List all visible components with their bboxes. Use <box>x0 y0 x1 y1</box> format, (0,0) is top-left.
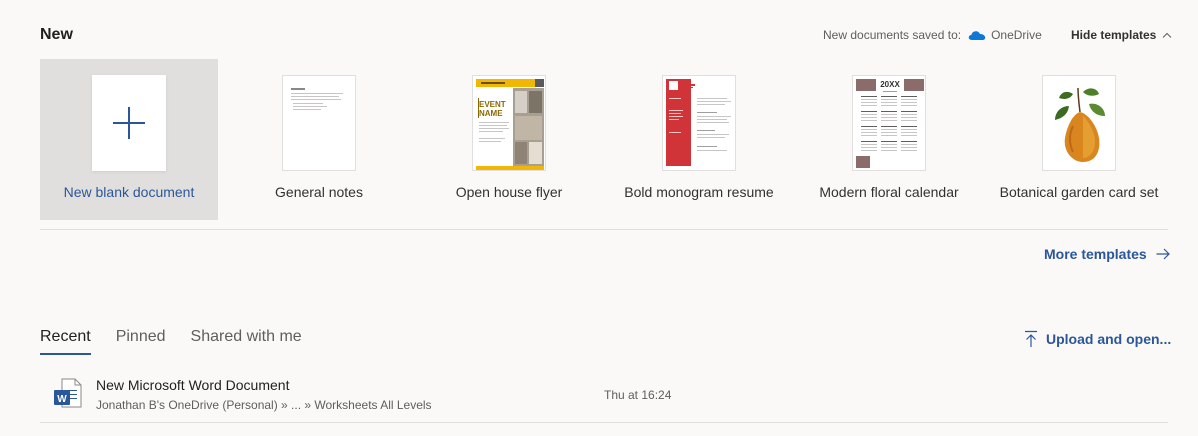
file-tabs: Recent Pinned Shared with me <box>40 328 327 355</box>
template-label: General notes <box>275 184 363 200</box>
save-location-name: OneDrive <box>991 28 1042 42</box>
file-modified-time: Thu at 16:24 <box>604 388 672 402</box>
save-location-info: New documents saved to: OneDrive <box>823 28 1042 42</box>
more-templates-label: More templates <box>1044 246 1147 262</box>
template-thumbnail: 20XX <box>852 75 926 171</box>
template-modern-floral-calendar[interactable]: 20XX Modern floral calendar <box>800 59 978 220</box>
template-bold-monogram-resume[interactable]: Bold monogram resume <box>610 59 788 220</box>
template-general-notes[interactable]: General notes <box>230 59 408 220</box>
template-thumbnail <box>1042 75 1116 171</box>
arrow-right-icon <box>1156 248 1170 260</box>
tab-shared-with-me[interactable]: Shared with me <box>191 328 302 355</box>
tab-recent[interactable]: Recent <box>40 328 91 355</box>
pear-illustration-image <box>1043 76 1115 170</box>
notes-preview-image <box>291 88 343 110</box>
recent-list-divider <box>40 422 1168 423</box>
svg-text:W: W <box>57 394 67 405</box>
template-botanical-garden-card-set[interactable]: Botanical garden card set <box>990 59 1168 220</box>
template-label: Botanical garden card set <box>999 184 1159 200</box>
more-templates-link[interactable]: More templates <box>1044 246 1170 262</box>
chevron-up-icon <box>1163 32 1172 38</box>
save-location-label: New documents saved to: <box>823 28 962 42</box>
template-label: New blank document <box>63 184 195 200</box>
tab-pinned[interactable]: Pinned <box>116 328 166 355</box>
templates-gallery: New blank document General notes EVENT N… <box>40 59 1170 220</box>
flyer-title-line-2: NAME <box>479 109 503 118</box>
template-thumbnail <box>282 75 356 171</box>
plus-icon <box>113 107 145 139</box>
calendar-preview-image: 20XX <box>853 76 925 170</box>
resume-preview-image <box>663 76 735 170</box>
upload-label: Upload and open... <box>1046 331 1172 347</box>
upload-icon <box>1025 330 1037 347</box>
template-thumbnail <box>662 75 736 171</box>
file-path: Jonathan B's OneDrive (Personal) » ... »… <box>96 398 432 412</box>
upload-and-open-button[interactable]: Upload and open... <box>1024 330 1171 348</box>
templates-divider <box>40 229 1168 230</box>
template-label: Modern floral calendar <box>819 184 959 200</box>
flyer-preview-image: EVENT NAME <box>473 76 545 170</box>
flyer-title-line-1: EVENT <box>479 100 506 109</box>
recent-file-row[interactable]: W New Microsoft Word Document Jonathan B… <box>40 368 1168 422</box>
template-open-house-flyer[interactable]: EVENT NAME Open house flyer <box>420 59 598 220</box>
file-name: New Microsoft Word Document <box>96 377 290 393</box>
hide-templates-label: Hide templates <box>1071 28 1157 42</box>
section-title: New <box>40 26 73 43</box>
template-new-blank-document[interactable]: New blank document <box>40 59 218 220</box>
template-thumbnail: EVENT NAME <box>472 75 546 171</box>
onedrive-cloud-icon <box>968 31 986 40</box>
word-document-icon: W <box>54 378 82 408</box>
template-label: Open house flyer <box>455 184 563 200</box>
hide-templates-button[interactable]: Hide templates <box>1071 28 1172 42</box>
template-thumbnail <box>92 75 166 171</box>
calendar-year: 20XX <box>880 80 900 89</box>
template-label: Bold monogram resume <box>624 184 774 200</box>
